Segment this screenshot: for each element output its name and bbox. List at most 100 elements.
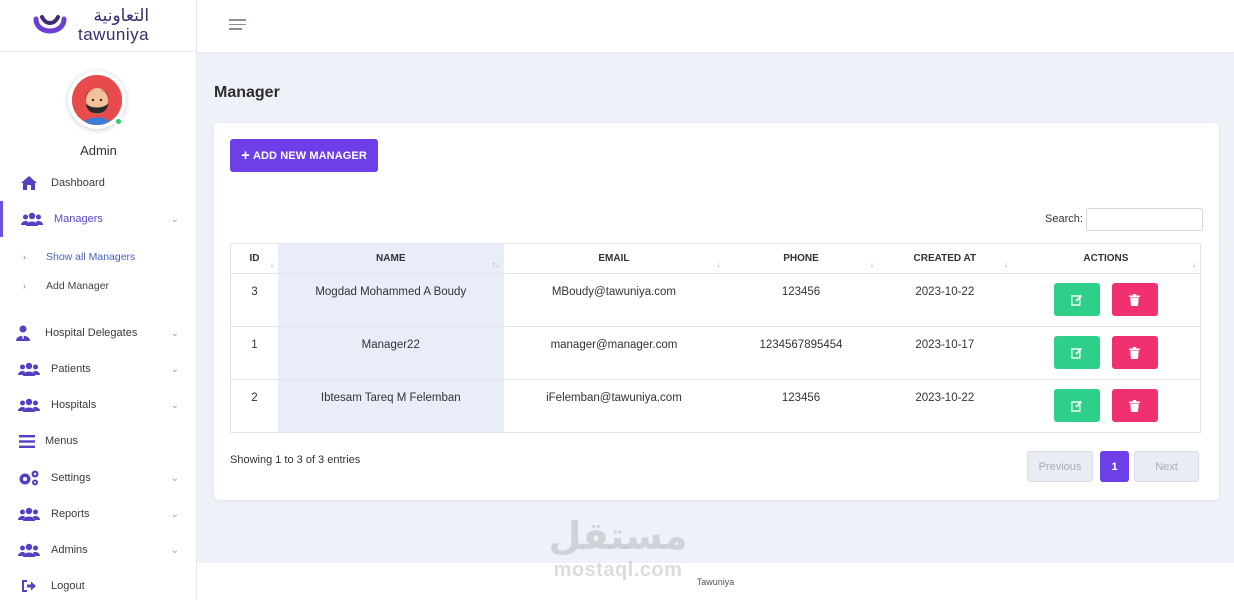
sidebar-item-admins[interactable]: Admins ⌄ [0, 532, 197, 568]
sort-icon: ↓ [869, 260, 874, 269]
brand-english: tawuniya [78, 25, 150, 44]
cell-phone: 1234567895454 [724, 326, 878, 380]
edit-icon [1071, 347, 1083, 359]
sort-icon: ↓ [1003, 260, 1008, 269]
table-header-row: ID ↓ NAME ↑↓ EMAIL ↓ PHONE ↓ CREATED AT ↓ ACT… [230, 243, 1201, 274]
search-label: Search: [1045, 213, 1083, 225]
page-1-button[interactable]: 1 [1100, 451, 1129, 482]
cell-name: Ibtesam Tareq M Felemban [277, 379, 504, 433]
cell-actions [1011, 379, 1201, 433]
users-icon [18, 396, 40, 414]
users-icon [18, 360, 40, 378]
sidebar-item-hospitals[interactable]: Hospitals ⌄ [0, 387, 197, 423]
trash-icon [1129, 399, 1141, 412]
cell-phone: 123456 [724, 379, 878, 433]
cell-phone: 123456 [724, 273, 878, 327]
brand-arabic: التعاونية [93, 6, 150, 26]
chevron-down-icon: ⌄ [170, 213, 179, 225]
column-header-email[interactable]: EMAIL ↓ [503, 243, 725, 274]
sort-icon: ↓ [269, 260, 274, 269]
cell-actions [1011, 273, 1201, 327]
sidebar: التعاونية tawuniya Admin Dashboard Manag… [0, 0, 197, 600]
edit-button[interactable] [1053, 336, 1100, 369]
footer: Tawuniya [197, 563, 1234, 600]
user-name: Admin [80, 143, 117, 158]
sidebar-item-patients[interactable]: Patients ⌄ [0, 351, 197, 387]
watermark-arabic: مستقل [548, 514, 688, 558]
edit-icon [1071, 400, 1083, 412]
sidebar-subitem-add-manager[interactable]: › Add Manager [0, 272, 197, 300]
cell-name: Manager22 [277, 326, 504, 380]
page-title: Manager [214, 84, 280, 101]
users-icon [18, 505, 40, 523]
plus-icon: + [241, 147, 250, 164]
cell-email: MBoudy@tawuniya.com [503, 273, 725, 327]
chevron-down-icon: ⌄ [170, 363, 179, 375]
edit-button[interactable] [1053, 283, 1100, 316]
sidebar-item-settings[interactable]: Settings ⌄ [0, 460, 197, 496]
search-input[interactable] [1086, 208, 1203, 231]
hamburger-menu-icon[interactable] [229, 19, 246, 31]
add-new-manager-button[interactable]: + ADD NEW MANAGER [230, 139, 378, 172]
delete-button[interactable] [1111, 283, 1158, 316]
previous-page-button[interactable]: Previous [1027, 451, 1093, 482]
table-row: 1 Manager22 manager@manager.com 12345678… [230, 326, 1201, 380]
tawuniya-logo-icon [33, 14, 67, 33]
cell-created-at: 2023-10-22 [877, 273, 1012, 327]
sidebar-item-reports[interactable]: Reports ⌄ [0, 496, 197, 532]
trash-icon [1129, 293, 1141, 306]
sidebar-item-managers[interactable]: Managers ⌄ [0, 201, 197, 237]
sidebar-item-dashboard[interactable]: Dashboard [0, 165, 197, 201]
sort-icon: ↓ [1192, 260, 1196, 269]
user-tie-icon [12, 324, 34, 342]
sort-icon: ↑↓ [491, 260, 500, 269]
table-info: Showing 1 to 3 of 3 entries [230, 454, 361, 466]
sidebar-item-hospital-delegates[interactable]: Hospital Delegates ⌄ [0, 315, 197, 351]
sidebar-subitem-show-all-managers[interactable]: › Show all Managers [0, 243, 197, 271]
cell-created-at: 2023-10-22 [877, 379, 1012, 433]
cell-created-at: 2023-10-17 [877, 326, 1012, 380]
cell-email: manager@manager.com [503, 326, 725, 380]
home-icon [18, 174, 40, 192]
cell-id: 1 [230, 326, 278, 380]
users-icon [21, 210, 43, 228]
column-header-created-at[interactable]: CREATED AT ↓ [877, 243, 1012, 274]
sidebar-item-logout[interactable]: Logout [0, 568, 197, 600]
chevron-down-icon: ⌄ [170, 508, 179, 520]
edit-icon [1071, 294, 1083, 306]
chevron-down-icon: ⌄ [170, 327, 179, 339]
column-header-id[interactable]: ID ↓ [230, 243, 278, 274]
cell-id: 3 [230, 273, 278, 327]
footer-text: Tawuniya [696, 577, 735, 587]
sidebar-item-menus[interactable]: Menus [0, 423, 197, 459]
chevron-down-icon: ⌄ [170, 472, 179, 484]
cell-id: 2 [230, 379, 278, 433]
topbar [197, 0, 1234, 52]
table-row: 2 Ibtesam Tareq M Felemban iFelemban@taw… [230, 379, 1201, 433]
gears-icon [18, 469, 40, 487]
next-page-button[interactable]: Next [1134, 451, 1199, 482]
avatar[interactable] [68, 71, 126, 129]
chevron-right-icon: › [23, 281, 26, 291]
users-icon [18, 541, 40, 559]
brand-logo[interactable]: التعاونية tawuniya [0, 0, 196, 52]
column-header-actions[interactable]: ACTIONS ↓ [1011, 243, 1201, 274]
chevron-down-icon: ⌄ [170, 544, 179, 556]
column-header-name[interactable]: NAME ↑↓ [277, 243, 504, 274]
table-row: 3 Mogdad Mohammed A Boudy MBoudy@tawuniy… [230, 273, 1201, 327]
delete-button[interactable] [1111, 336, 1158, 369]
cell-actions [1011, 326, 1201, 380]
chevron-down-icon: ⌄ [170, 399, 179, 411]
menu-icon [16, 432, 38, 450]
edit-button[interactable] [1053, 389, 1100, 422]
chevron-right-icon: › [23, 252, 26, 262]
cell-name: Mogdad Mohammed A Boudy [277, 273, 504, 327]
sort-icon: ↓ [716, 260, 721, 269]
delete-button[interactable] [1111, 389, 1158, 422]
online-status-dot [114, 117, 123, 126]
logout-icon [18, 577, 40, 595]
column-header-phone[interactable]: PHONE ↓ [724, 243, 878, 274]
trash-icon [1129, 346, 1141, 359]
managers-card: + ADD NEW MANAGER Search: ID ↓ NAME ↑↓ EMA… [214, 123, 1219, 500]
cell-email: iFelemban@tawuniya.com [503, 379, 725, 433]
